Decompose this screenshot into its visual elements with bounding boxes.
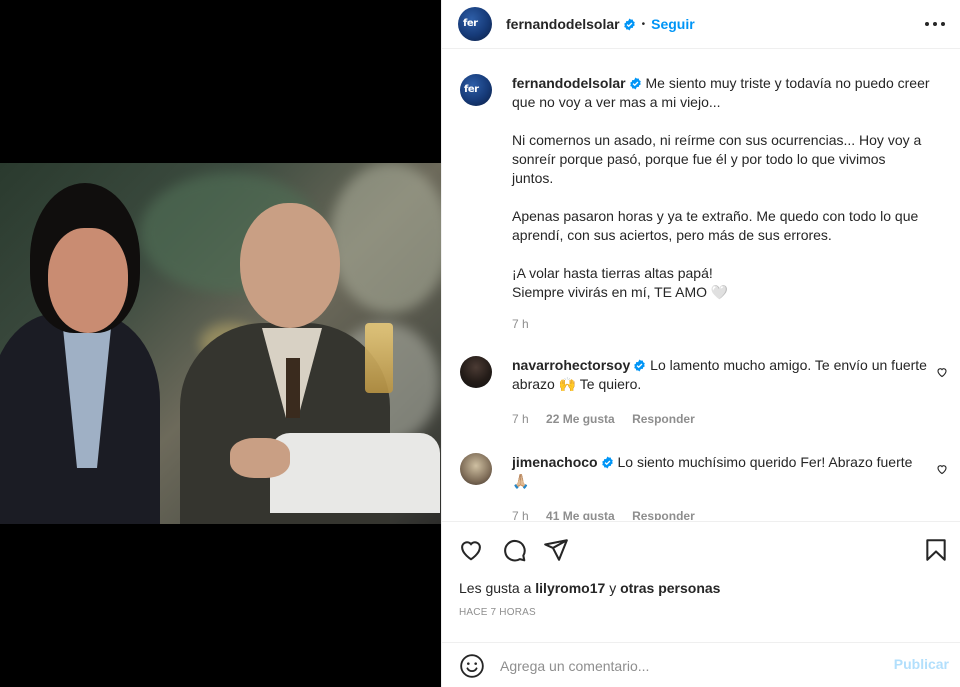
caption-text: fernandodelsolar Me siento muy triste y … <box>512 74 930 302</box>
comment-heart-icon[interactable] <box>936 463 948 475</box>
post-timestamp[interactable]: HACE 7 HORAS <box>459 607 536 618</box>
verified-icon <box>623 18 635 30</box>
emoji-icon[interactable] <box>459 653 485 679</box>
send-icon[interactable] <box>543 537 569 563</box>
action-bar: Les gusta a lilyromo17 y otras personas … <box>442 521 960 687</box>
comment-username[interactable]: navarrohectorsoy <box>512 357 630 373</box>
comment-text: navarrohectorsoy Lo lamento mucho amigo.… <box>512 356 930 394</box>
likes-summary: Les gusta a lilyromo17 y otras personas <box>459 580 720 596</box>
verified-icon <box>629 77 641 90</box>
separator-dot: • <box>641 18 646 30</box>
post-header: fer fernandodelsolar • Seguir <box>442 0 960 49</box>
caption-paragraph: ¡A volar hasta tierras altas papá! <box>512 265 713 281</box>
reply-button[interactable]: Responder <box>632 412 695 426</box>
verified-icon <box>601 456 613 469</box>
comment-meta: 7 h 22 Me gusta Responder <box>512 412 709 426</box>
caption-avatar-text: fer <box>464 84 479 95</box>
post-photo <box>0 163 441 524</box>
caption-username[interactable]: fernandodelsolar <box>512 75 626 91</box>
liker-username[interactable]: lilyromo17 <box>535 580 605 596</box>
caption-paragraph: Ni comernos un asado, ni reírme con sus … <box>512 132 922 186</box>
caption-paragraph: Apenas pasaron horas y ya te extraño. Me… <box>512 208 919 243</box>
verified-icon <box>634 359 646 372</box>
comment-avatar[interactable] <box>460 356 492 388</box>
caption-time[interactable]: 7 h <box>512 317 529 331</box>
comment-text: jimenachoco Lo siento muchísimo querido … <box>512 453 930 491</box>
comment-item: jimenachoco Lo siento muchísimo querido … <box>458 453 948 520</box>
post-media[interactable] <box>0 0 441 687</box>
comment-time[interactable]: 7 h <box>512 412 529 426</box>
comment-username[interactable]: jimenachoco <box>512 454 598 470</box>
more-options-icon[interactable] <box>925 14 945 34</box>
likes-prefix: Les gusta a <box>459 580 532 596</box>
comment-input[interactable] <box>500 654 870 678</box>
post-side-panel: fer fernandodelsolar • Seguir fer fernan… <box>441 0 960 687</box>
author-avatar[interactable]: fer <box>458 7 492 41</box>
publish-button[interactable]: Publicar <box>894 656 949 672</box>
avatar-text: fer <box>463 18 478 29</box>
comment-heart-icon[interactable] <box>936 366 948 378</box>
caption-meta: 7 h <box>512 317 543 331</box>
other-likers-link[interactable]: otras personas <box>620 580 720 596</box>
reply-button[interactable]: Responder <box>632 509 695 520</box>
comment-item: navarrohectorsoy Lo lamento mucho amigo.… <box>458 356 948 436</box>
likes-joiner: y <box>609 580 617 596</box>
caption: fer fernandodelsolar Me siento muy trist… <box>458 74 948 334</box>
comment-likes[interactable]: 41 Me gusta <box>546 509 615 520</box>
comment-avatar[interactable] <box>460 453 492 485</box>
comment-likes[interactable]: 22 Me gusta <box>546 412 615 426</box>
comments-list[interactable]: fer fernandodelsolar Me siento muy trist… <box>442 50 960 520</box>
author-username[interactable]: fernandodelsolar <box>506 16 620 32</box>
add-comment-bar: Publicar <box>442 642 960 687</box>
comment-meta: 7 h 41 Me gusta Responder <box>512 509 709 520</box>
caption-paragraph: Siempre vivirás en mí, TE AMO 🤍 <box>512 284 729 300</box>
comment-time[interactable]: 7 h <box>512 509 529 520</box>
follow-button[interactable]: Seguir <box>651 16 695 32</box>
heart-icon[interactable] <box>458 537 484 563</box>
bookmark-icon[interactable] <box>923 537 949 563</box>
comment-icon[interactable] <box>501 537 527 563</box>
caption-avatar[interactable]: fer <box>460 74 492 106</box>
